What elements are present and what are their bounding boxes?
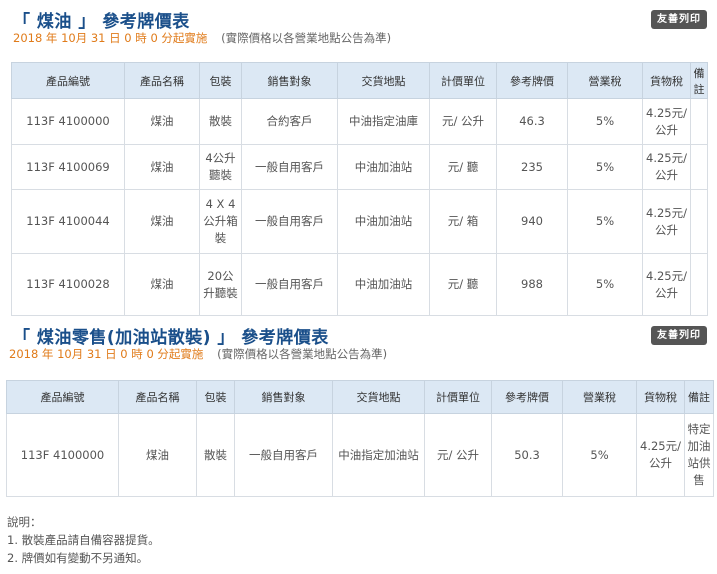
cell-customer: 一般自用客戶 — [241, 189, 338, 254]
cell-commodity-tax: 4.25元/公升 — [642, 98, 691, 145]
section2-effective-date: 2018 年 10月 31 日 0 時 0 分起實施 — [9, 347, 204, 361]
cell-commodity-tax: 4.25元/公升 — [636, 413, 685, 497]
cell-product-code: 113F 4100000 — [6, 413, 119, 497]
cell-sales-tax: 5% — [567, 253, 643, 316]
cell-price: 46.3 — [496, 98, 568, 145]
cell-customer: 一般自用客戶 — [241, 144, 338, 190]
cell-packaging: 20公升聽裝 — [199, 253, 242, 316]
cell-product-name: 煤油 — [124, 189, 200, 254]
cell-product-code: 113F 4100028 — [11, 253, 125, 316]
cell-sales-tax: 5% — [567, 189, 643, 254]
section2-price-note: (實際價格以各營業地點公告為準) — [217, 347, 388, 361]
table-row: 113F 4100000 煤油 散裝 合約客戶 中油指定油庫 元/ 公升 46.… — [11, 98, 708, 145]
col-header-price: 參考牌價 — [491, 380, 563, 414]
cell-delivery: 中油加油站 — [337, 189, 430, 254]
cell-sales-tax: 5% — [562, 413, 637, 497]
col-header-delivery: 交貨地點 — [332, 380, 425, 414]
cell-remarks — [690, 98, 708, 145]
col-header-price: 參考牌價 — [496, 62, 568, 99]
cell-packaging: 散裝 — [199, 98, 242, 145]
table-row: 113F 4100000 煤油 散裝 一般自用客戶 中油指定加油站 元/ 公升 … — [6, 413, 714, 497]
cell-packaging: 散裝 — [196, 413, 235, 497]
cell-commodity-tax: 4.25元/公升 — [642, 144, 691, 190]
cell-commodity-tax: 4.25元/公升 — [642, 253, 691, 316]
note-item: 2. 牌價如有變動不另通知。 — [7, 551, 149, 565]
cell-product-name: 煤油 — [124, 253, 200, 316]
col-header-unit: 計價單位 — [424, 380, 492, 414]
section2-title: 「 煤油零售(加油站散裝) 」 參考牌價表 — [13, 328, 329, 348]
cell-delivery: 中油指定加油站 — [332, 413, 425, 497]
notes-block: 說明： 1. 散裝產品請自備容器提貨。 2. 牌價如有變動不另通知。 — [7, 513, 160, 567]
section2-print-button[interactable]: 友善列印 — [651, 326, 707, 345]
col-header-product-name: 產品名稱 — [124, 62, 200, 99]
col-header-product-name: 產品名稱 — [118, 380, 197, 414]
col-header-packaging: 包裝 — [196, 380, 235, 414]
table-header-row: 產品編號 產品名稱 包裝 銷售對象 交貨地點 計價單位 參考牌價 營業稅 貨物稅… — [11, 62, 708, 99]
cell-unit: 元/ 聽 — [429, 144, 497, 190]
cell-unit: 元/ 聽 — [429, 253, 497, 316]
section1-effective-date: 2018 年 10月 31 日 0 時 0 分起實施 — [13, 31, 208, 45]
cell-delivery: 中油指定油庫 — [337, 98, 430, 145]
section1-print-button[interactable]: 友善列印 — [651, 10, 707, 29]
col-header-product-code: 產品編號 — [6, 380, 119, 414]
col-header-remarks: 備註 — [684, 380, 714, 414]
cell-remarks — [690, 144, 708, 190]
section1-price-table: 產品編號 產品名稱 包裝 銷售對象 交貨地點 計價單位 參考牌價 營業稅 貨物稅… — [11, 62, 708, 316]
col-header-unit: 計價單位 — [429, 62, 497, 99]
cell-sales-tax: 5% — [567, 144, 643, 190]
section2-price-table: 產品編號 產品名稱 包裝 銷售對象 交貨地點 計價單位 參考牌價 營業稅 貨物稅… — [6, 380, 714, 497]
cell-product-code: 113F 4100069 — [11, 144, 125, 190]
section1-subtitle: 2018 年 10月 31 日 0 時 0 分起實施 (實際價格以各營業地點公告… — [13, 30, 391, 46]
cell-product-name: 煤油 — [118, 413, 197, 497]
col-header-packaging: 包裝 — [199, 62, 242, 99]
col-header-remarks: 備註 — [690, 62, 708, 99]
cell-packaging: 4 X 4 公升箱裝 — [199, 189, 242, 254]
cell-price: 235 — [496, 144, 568, 190]
cell-remarks: 特定加油站供售 — [684, 413, 714, 497]
section1-price-note: (實際價格以各營業地點公告為準) — [221, 31, 392, 45]
cell-commodity-tax: 4.25元/公升 — [642, 189, 691, 254]
cell-unit: 元/ 公升 — [424, 413, 492, 497]
col-header-sales-tax: 營業稅 — [562, 380, 637, 414]
col-header-commodity-tax: 貨物稅 — [642, 62, 691, 99]
col-header-commodity-tax: 貨物稅 — [636, 380, 685, 414]
col-header-customer: 銷售對象 — [234, 380, 333, 414]
cell-unit: 元/ 公升 — [429, 98, 497, 145]
col-header-sales-tax: 營業稅 — [567, 62, 643, 99]
table-row: 113F 4100028 煤油 20公升聽裝 一般自用客戶 中油加油站 元/ 聽… — [11, 253, 708, 316]
note-item: 1. 散裝產品請自備容器提貨。 — [7, 533, 160, 547]
table-header-row: 產品編號 產品名稱 包裝 銷售對象 交貨地點 計價單位 參考牌價 營業稅 貨物稅… — [6, 380, 714, 414]
notes-heading: 說明： — [7, 515, 42, 529]
section2-subtitle: 2018 年 10月 31 日 0 時 0 分起實施 (實際價格以各營業地點公告… — [9, 346, 387, 362]
table-row: 113F 4100069 煤油 4公升聽裝 一般自用客戶 中油加油站 元/ 聽 … — [11, 144, 708, 190]
section1-title: 「 煤油 」 參考牌價表 — [13, 12, 190, 32]
cell-packaging: 4公升聽裝 — [199, 144, 242, 190]
cell-remarks — [690, 189, 708, 254]
cell-customer: 合約客戶 — [241, 98, 338, 145]
cell-customer: 一般自用客戶 — [234, 413, 333, 497]
cell-product-name: 煤油 — [124, 144, 200, 190]
cell-delivery: 中油加油站 — [337, 144, 430, 190]
col-header-product-code: 產品編號 — [11, 62, 125, 99]
cell-delivery: 中油加油站 — [337, 253, 430, 316]
cell-unit: 元/ 箱 — [429, 189, 497, 254]
cell-price: 50.3 — [491, 413, 563, 497]
cell-product-code: 113F 4100000 — [11, 98, 125, 145]
cell-price: 940 — [496, 189, 568, 254]
cell-product-name: 煤油 — [124, 98, 200, 145]
col-header-customer: 銷售對象 — [241, 62, 338, 99]
table-row: 113F 4100044 煤油 4 X 4 公升箱裝 一般自用客戶 中油加油站 … — [11, 189, 708, 254]
col-header-delivery: 交貨地點 — [337, 62, 430, 99]
cell-remarks — [690, 253, 708, 316]
cell-price: 988 — [496, 253, 568, 316]
cell-product-code: 113F 4100044 — [11, 189, 125, 254]
cell-sales-tax: 5% — [567, 98, 643, 145]
cell-customer: 一般自用客戶 — [241, 253, 338, 316]
